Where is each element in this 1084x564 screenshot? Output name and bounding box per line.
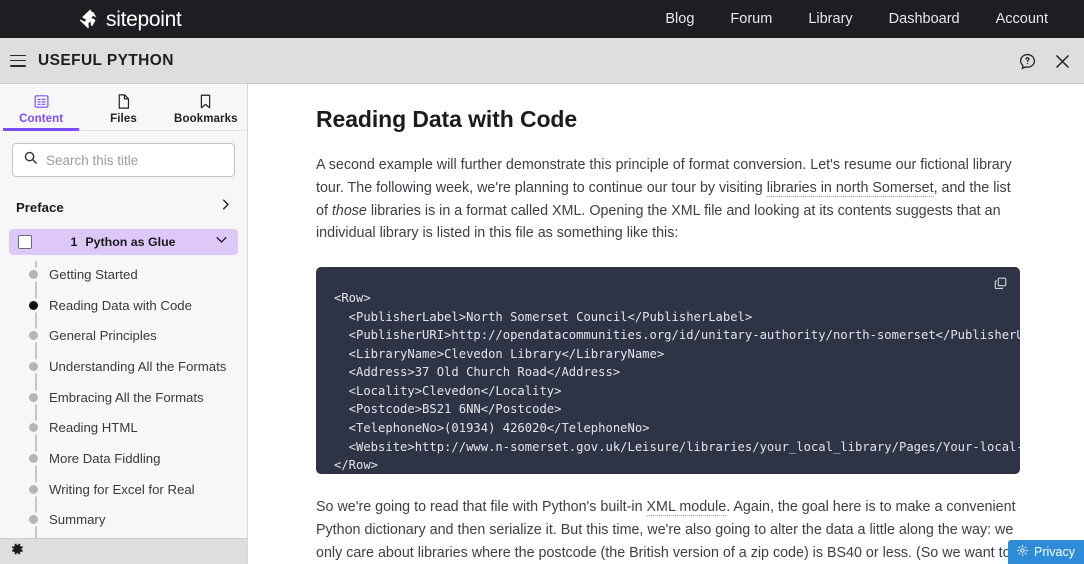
nav-item-forum[interactable]: Forum [712,0,790,38]
section-bullet-icon [29,423,38,433]
nav-item-blog[interactable]: Blog [647,0,712,38]
paragraph-1-emphasis: those [331,202,367,219]
section-label: Writing for Excel for Real [49,481,195,497]
nav-item-account[interactable]: Account [978,0,1066,38]
paragraph-2: So we're going to read that file with Py… [316,496,1021,564]
section-bullet-active-icon [29,300,38,310]
body-container: Content Files Bookmarks Search this titl… [0,84,1084,564]
brand-logo[interactable]: sitepoint [77,8,182,30]
hamburger-menu-icon[interactable] [10,54,26,67]
section-label: General Principles [49,328,157,344]
book-header: USEFUL PYTHON [0,38,1084,84]
content-list-icon [33,93,50,110]
section-more-data-fiddling[interactable]: More Data Fiddling [0,443,247,474]
code-block: <Row> <PublisherLabel>North Somerset Cou… [316,267,1020,475]
toc-item-preface[interactable]: Preface [0,191,247,223]
brand-name: sitepoint [106,7,182,31]
chapter-1-sections: Getting Started Reading Data with Code G… [0,259,247,542]
section-label: Getting Started [49,266,138,282]
section-summary[interactable]: Summary [0,505,247,536]
section-bullet-icon [29,331,38,341]
gear-icon[interactable] [9,541,25,562]
sitepoint-logo-icon [77,8,99,30]
section-embracing-all-the-formats[interactable]: Embracing All the Formats [0,382,247,413]
main-content: Reading Data with Code A second example … [248,84,1084,564]
section-label: Reading HTML [49,420,138,436]
bookmark-icon [197,93,214,110]
search-icon [23,150,38,170]
book-title: USEFUL PYTHON [38,51,174,69]
section-bullet-icon [29,269,38,279]
privacy-label: Privacy [1034,545,1075,559]
sidebar-tabs: Content Files Bookmarks [0,84,247,131]
copy-icon[interactable] [993,276,1008,296]
code-content: <Row> <PublisherLabel>North Somerset Cou… [334,291,1020,473]
nav-item-library[interactable]: Library [790,0,870,38]
top-navigation: Blog Forum Library Dashboard Account [647,0,1066,38]
chevron-down-icon[interactable] [214,232,229,252]
paragraph-1: A second example will further demonstrat… [316,154,1021,245]
tab-bookmarks-label: Bookmarks [174,113,238,125]
chapter-1-number: 1 [70,235,78,249]
chapter-1-title: Python as Glue [85,235,176,249]
search-input[interactable] [46,152,224,168]
sidebar-search [0,131,247,177]
privacy-badge[interactable]: Privacy [1008,540,1084,564]
section-bullet-icon [29,515,38,525]
section-label: Understanding All the Formats [49,358,227,374]
tab-files[interactable]: Files [82,84,164,130]
book-header-actions [1018,38,1072,84]
nav-item-dashboard[interactable]: Dashboard [871,0,978,38]
site-header: sitepoint Blog Forum Library Dashboard A… [0,0,1084,38]
section-bullet-icon [29,361,38,371]
paragraph-1-text-c: libraries is in a format called XML. Ope… [316,202,1001,242]
toc-chapter-1[interactable]: 1 Python as Glue [9,229,238,255]
section-label: Embracing All the Formats [49,389,204,405]
help-question-icon[interactable] [1018,52,1037,71]
chapter-1-title-group: 1 Python as Glue [32,235,214,249]
section-general-principles[interactable]: General Principles [0,320,247,351]
tab-bookmarks[interactable]: Bookmarks [165,84,247,130]
chapter-1-checkbox[interactable] [18,235,32,249]
file-icon [115,93,132,110]
section-getting-started[interactable]: Getting Started [0,259,247,290]
tab-files-label: Files [110,113,137,125]
section-understanding-all-the-formats[interactable]: Understanding All the Formats [0,351,247,382]
section-reading-html[interactable]: Reading HTML [0,412,247,443]
section-reading-data-with-code[interactable]: Reading Data with Code [0,290,247,321]
sidebar: Content Files Bookmarks Search this titl… [0,84,248,564]
section-writing-for-excel-for-real[interactable]: Writing for Excel for Real [0,474,247,505]
tab-content[interactable]: Content [0,84,82,130]
link-xml-module[interactable]: XML module [646,499,727,517]
section-bullet-icon [29,392,38,402]
section-label: Reading Data with Code [49,297,192,313]
gear-icon [1016,544,1029,560]
section-bullet-icon [29,453,38,463]
chevron-right-icon [218,197,233,217]
section-label: More Data Fiddling [49,450,161,466]
close-icon[interactable] [1053,52,1072,71]
app-root: sitepoint Blog Forum Library Dashboard A… [0,0,1084,564]
article: Reading Data with Code A second example … [248,84,1084,564]
table-of-contents: Preface 1 Python as Glue Getting Started… [0,177,247,564]
toc-preface-label: Preface [16,199,64,215]
search-box[interactable] [12,143,235,177]
paragraph-2-text-a: So we're going to read that file with Py… [316,499,647,516]
tab-content-label: Content [19,113,64,125]
section-bullet-icon [29,484,38,494]
page-title: Reading Data with Code [316,106,578,132]
link-libraries-in-north-somerset[interactable]: libraries in north Somerset [766,179,934,197]
sidebar-footer [0,538,247,564]
section-label: Summary [49,512,106,528]
